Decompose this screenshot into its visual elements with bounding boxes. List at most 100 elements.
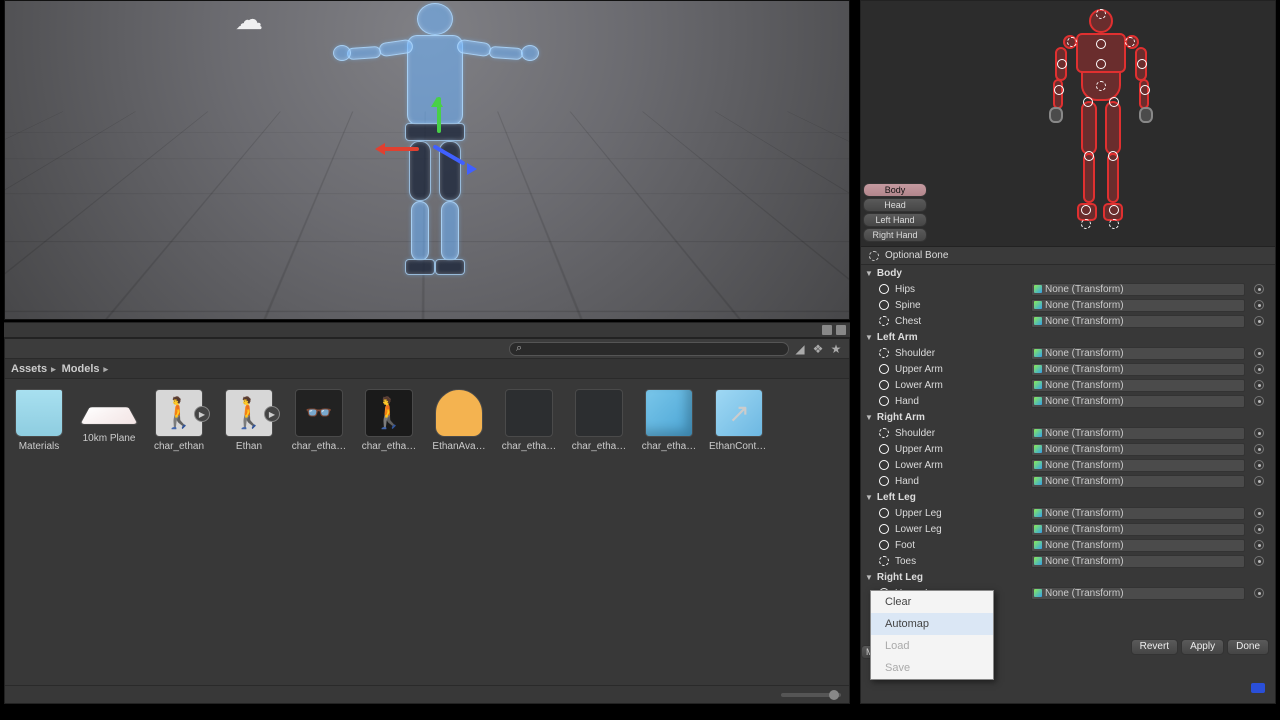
bone-transform-field[interactable]: None (Transform): [1031, 283, 1245, 296]
bone-row: Upper ArmNone (Transform): [861, 441, 1275, 457]
avatar-tab-right-hand[interactable]: Right Hand: [863, 228, 927, 242]
object-picker-icon[interactable]: [1254, 588, 1264, 598]
bone-transform-field[interactable]: None (Transform): [1031, 315, 1245, 328]
asset-item[interactable]: char_etha…: [641, 389, 697, 452]
project-toolbar: ⌕ ◢ ❖ ★: [5, 339, 849, 359]
object-picker-icon[interactable]: [1254, 476, 1264, 486]
bone-label: Foot: [895, 540, 1025, 551]
bone-required-icon: [879, 508, 889, 518]
maximize-icon[interactable]: [822, 325, 832, 335]
bone-row: Upper LegNone (Transform): [861, 505, 1275, 521]
bone-group-header[interactable]: Left Arm: [861, 329, 1275, 345]
avatar-section-tabs: BodyHeadLeft HandRight Hand: [861, 1, 927, 246]
bone-transform-field[interactable]: None (Transform): [1031, 427, 1245, 440]
options-icon[interactable]: [836, 325, 846, 335]
bone-group-header[interactable]: Left Leg: [861, 489, 1275, 505]
character-model[interactable]: [335, 0, 535, 317]
bone-transform-field[interactable]: None (Transform): [1031, 363, 1245, 376]
revert-button[interactable]: Revert: [1131, 639, 1178, 655]
object-picker-icon[interactable]: [1254, 364, 1264, 374]
bone-mapping-list[interactable]: BodyHipsNone (Transform)SpineNone (Trans…: [861, 265, 1275, 601]
bone-group-header[interactable]: Right Arm: [861, 409, 1275, 425]
avatar-figure[interactable]: [927, 1, 1275, 246]
bone-transform-field[interactable]: None (Transform): [1031, 475, 1245, 488]
object-picker-icon[interactable]: [1254, 460, 1264, 470]
bone-group-header[interactable]: Right Leg: [861, 569, 1275, 585]
bone-required-icon: [879, 476, 889, 486]
breadcrumb[interactable]: Assets Models: [5, 359, 849, 379]
asset-item[interactable]: 🚶▶char_ethan: [151, 389, 207, 452]
asset-item[interactable]: 10km Plane: [81, 389, 137, 452]
tag-icon[interactable]: ❖: [811, 343, 825, 355]
bone-transform-field[interactable]: None (Transform): [1031, 507, 1245, 520]
asset-thumbnail: [15, 389, 63, 437]
bone-transform-field[interactable]: None (Transform): [1031, 523, 1245, 536]
bone-row: ChestNone (Transform): [861, 313, 1275, 329]
scene-view[interactable]: ☁: [4, 0, 850, 320]
breadcrumb-item[interactable]: Assets: [11, 363, 60, 375]
object-picker-icon[interactable]: [1254, 300, 1264, 310]
bone-transform-field[interactable]: None (Transform): [1031, 443, 1245, 456]
bone-transform-field[interactable]: None (Transform): [1031, 379, 1245, 392]
bone-row: SpineNone (Transform): [861, 297, 1275, 313]
bone-label: Shoulder: [895, 428, 1025, 439]
bone-group-header[interactable]: Body: [861, 265, 1275, 281]
object-picker-icon[interactable]: [1254, 316, 1264, 326]
bone-row: HandNone (Transform): [861, 473, 1275, 489]
scene-statusbar: [4, 322, 850, 338]
asset-item[interactable]: 🚶char_etha…: [361, 389, 417, 452]
bone-label: Lower Leg: [895, 524, 1025, 535]
bone-optional-icon: [879, 428, 889, 438]
transform-icon: [1034, 589, 1042, 597]
asset-thumbnail: 🚶▶: [225, 389, 273, 437]
avatar-tab-left-hand[interactable]: Left Hand: [863, 213, 927, 227]
search-input[interactable]: ⌕: [509, 342, 789, 356]
bone-transform-field[interactable]: None (Transform): [1031, 459, 1245, 472]
object-picker-icon[interactable]: [1254, 508, 1264, 518]
bone-value: None (Transform): [1045, 364, 1124, 375]
asset-thumbnail: ↗: [715, 389, 763, 437]
bone-transform-field[interactable]: None (Transform): [1031, 587, 1245, 600]
star-icon[interactable]: ★: [829, 343, 843, 355]
avatar-tab-head[interactable]: Head: [863, 198, 927, 212]
bone-required-icon: [879, 444, 889, 454]
asset-item[interactable]: Materials: [11, 389, 67, 452]
object-picker-icon[interactable]: [1254, 556, 1264, 566]
thumbnail-size-slider[interactable]: [781, 693, 841, 697]
object-picker-icon[interactable]: [1254, 428, 1264, 438]
filter-icon[interactable]: ◢: [793, 343, 807, 355]
asset-item[interactable]: char_etha…: [501, 389, 557, 452]
done-button[interactable]: Done: [1227, 639, 1269, 655]
bone-required-icon: [879, 284, 889, 294]
notification-icon[interactable]: [1251, 683, 1265, 693]
breadcrumb-item[interactable]: Models: [62, 363, 112, 375]
object-picker-icon[interactable]: [1254, 444, 1264, 454]
avatar-tab-body[interactable]: Body: [863, 183, 927, 197]
object-picker-icon[interactable]: [1254, 348, 1264, 358]
asset-item[interactable]: 🚶▶Ethan: [221, 389, 277, 452]
bone-row: ToesNone (Transform): [861, 553, 1275, 569]
object-picker-icon[interactable]: [1254, 524, 1264, 534]
object-picker-icon[interactable]: [1254, 284, 1264, 294]
object-picker-icon[interactable]: [1254, 396, 1264, 406]
asset-item[interactable]: 👓char_etha…: [291, 389, 347, 452]
asset-grid[interactable]: Materials10km Plane🚶▶char_ethan🚶▶Ethan👓c…: [5, 379, 849, 462]
bone-transform-field[interactable]: None (Transform): [1031, 299, 1245, 312]
bone-value: None (Transform): [1045, 540, 1124, 551]
bone-transform-field[interactable]: None (Transform): [1031, 347, 1245, 360]
asset-item[interactable]: char_etha…: [571, 389, 627, 452]
bone-value: None (Transform): [1045, 476, 1124, 487]
transform-icon: [1034, 285, 1042, 293]
menu-item-automap[interactable]: Automap: [871, 613, 993, 635]
asset-item[interactable]: ↗EthanContr…: [711, 389, 767, 452]
apply-button[interactable]: Apply: [1181, 639, 1224, 655]
mapping-menu[interactable]: ClearAutomapLoadSave: [870, 590, 994, 680]
menu-item-clear[interactable]: Clear: [871, 591, 993, 613]
bone-transform-field[interactable]: None (Transform): [1031, 555, 1245, 568]
bone-row: ShoulderNone (Transform): [861, 345, 1275, 361]
bone-transform-field[interactable]: None (Transform): [1031, 539, 1245, 552]
bone-transform-field[interactable]: None (Transform): [1031, 395, 1245, 408]
asset-item[interactable]: EthanAva…: [431, 389, 487, 452]
object-picker-icon[interactable]: [1254, 380, 1264, 390]
object-picker-icon[interactable]: [1254, 540, 1264, 550]
